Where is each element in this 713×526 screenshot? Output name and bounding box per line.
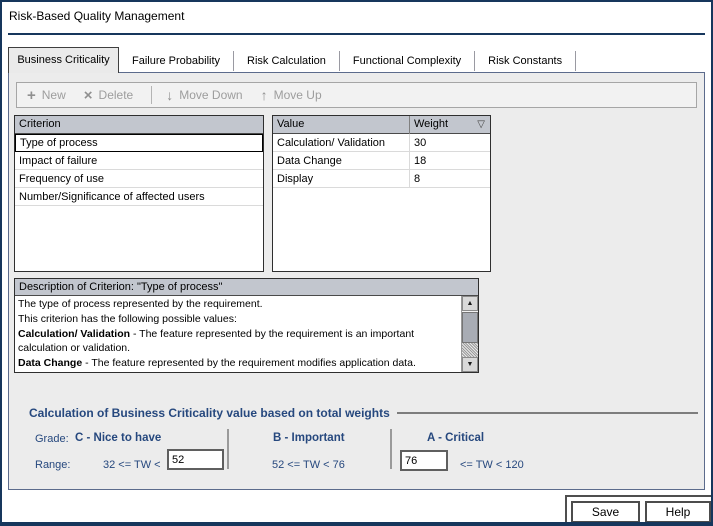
scrollbar-thumb[interactable] xyxy=(462,312,478,343)
weight-cell: 30 xyxy=(410,137,490,149)
tab-business-criticality[interactable]: Business Criticality xyxy=(8,47,119,73)
x-icon: × xyxy=(84,88,93,103)
up-arrow-icon: ↑ xyxy=(261,88,268,102)
description-text: The type of process represented by the r… xyxy=(15,296,461,372)
move-down-button-label: Move Down xyxy=(179,88,242,102)
grade-b-range: 52 <= TW < 76 xyxy=(272,459,345,471)
grade-c-name: C - Nice to have xyxy=(75,432,161,444)
calculation-section-rule xyxy=(397,412,698,414)
description-line: Data Change - The feature represented by… xyxy=(18,356,461,371)
table-row[interactable]: Number/Significance of affected users xyxy=(15,188,263,206)
criterion-cell: Impact of failure xyxy=(15,155,97,167)
scroll-up-icon: ▲ xyxy=(467,300,474,307)
new-button-label: New xyxy=(42,88,66,102)
grade-label: Grade: xyxy=(35,433,69,445)
criterion-cell: Type of process xyxy=(16,137,98,149)
grade-separator xyxy=(227,429,229,469)
description-line: The type of process represented by the r… xyxy=(18,297,461,312)
footer-button-bar: Save Help xyxy=(565,495,713,526)
grade-c-threshold-input[interactable] xyxy=(167,449,224,470)
tab-bar: Failure Probability Risk Calculation Fun… xyxy=(119,50,576,71)
tab-content-panel: + New × Delete ↓ Move Down ↑ Move Up Cri… xyxy=(8,72,705,490)
table-row[interactable]: Impact of failure xyxy=(15,152,263,170)
move-up-button[interactable]: ↑ Move Up xyxy=(261,88,322,102)
weight-cell: 8 xyxy=(410,173,490,185)
grade-b-name: B - Important xyxy=(273,432,345,444)
scrollbar-track[interactable] xyxy=(462,343,478,357)
weight-cell: 18 xyxy=(410,155,490,167)
description-line: calculation or validation. xyxy=(18,341,461,356)
description-line: Calculation/ Validation - The feature re… xyxy=(18,327,461,342)
grade-a-threshold-input[interactable] xyxy=(400,450,448,471)
weight-column-header[interactable]: Weight ▽ xyxy=(410,116,490,134)
down-arrow-icon: ↓ xyxy=(166,88,173,102)
calculation-section: Calculation of Business Criticality valu… xyxy=(29,405,698,420)
plus-icon: + xyxy=(27,88,36,103)
scroll-up-button[interactable]: ▲ xyxy=(462,296,478,311)
grade-a-name: A - Critical xyxy=(427,432,484,444)
grade-separator xyxy=(390,429,392,469)
criterion-table: Criterion Type of process Impact of fail… xyxy=(14,115,264,272)
grade-a-range-suffix: <= TW < 120 xyxy=(460,459,524,471)
title-separator xyxy=(8,33,705,35)
description-header: Description of Criterion: "Type of proce… xyxy=(15,279,478,296)
page-title: Risk-Based Quality Management xyxy=(9,9,184,23)
value-cell: Data Change xyxy=(273,152,410,169)
tab-risk-calculation[interactable]: Risk Calculation xyxy=(234,51,340,71)
table-row[interactable]: Type of process xyxy=(15,134,263,152)
sort-descending-icon: ▽ xyxy=(477,116,485,133)
new-button[interactable]: + New xyxy=(27,88,66,103)
calculation-section-title: Calculation of Business Criticality valu… xyxy=(29,406,390,420)
tab-failure-probability[interactable]: Failure Probability xyxy=(119,51,234,71)
move-up-button-label: Move Up xyxy=(274,88,322,102)
value-table: Value Weight ▽ Calculation/ Validation 3… xyxy=(272,115,491,272)
table-row[interactable]: Display 8 xyxy=(273,170,490,188)
description-line: This criterion has the following possibl… xyxy=(18,312,461,327)
grade-c-range-prefix: 32 <= TW < xyxy=(103,459,161,471)
help-button[interactable]: Help xyxy=(645,501,711,523)
criterion-column-header: Criterion xyxy=(15,116,61,134)
table-row[interactable]: Frequency of use xyxy=(15,170,263,188)
criterion-table-header: Criterion xyxy=(15,116,263,134)
toolbar: + New × Delete ↓ Move Down ↑ Move Up xyxy=(16,82,697,108)
weight-column-header-label: Weight xyxy=(414,116,448,133)
risk-based-quality-management-window: Risk-Based Quality Management Business C… xyxy=(0,0,713,526)
toolbar-separator xyxy=(151,86,152,104)
scroll-down-icon: ▼ xyxy=(467,361,474,368)
value-cell: Display xyxy=(273,170,410,187)
delete-button[interactable]: × Delete xyxy=(84,88,133,103)
criterion-cell: Number/Significance of affected users xyxy=(15,191,205,203)
delete-button-label: Delete xyxy=(99,88,134,102)
tab-functional-complexity[interactable]: Functional Complexity xyxy=(340,51,475,71)
description-scrollbar[interactable]: ▲ ▼ xyxy=(461,296,478,372)
value-table-header: Value Weight ▽ xyxy=(273,116,490,134)
move-down-button[interactable]: ↓ Move Down xyxy=(166,88,242,102)
scroll-down-button[interactable]: ▼ xyxy=(462,357,478,372)
save-button[interactable]: Save xyxy=(571,501,640,523)
value-column-header: Value xyxy=(273,116,410,134)
table-row[interactable]: Data Change 18 xyxy=(273,152,490,170)
description-box: Description of Criterion: "Type of proce… xyxy=(14,278,479,373)
range-label: Range: xyxy=(35,459,70,471)
criterion-cell: Frequency of use xyxy=(15,173,104,185)
description-body: The type of process represented by the r… xyxy=(15,296,478,372)
tab-risk-constants[interactable]: Risk Constants xyxy=(475,51,576,71)
table-row[interactable]: Calculation/ Validation 30 xyxy=(273,134,490,152)
value-cell: Calculation/ Validation xyxy=(273,134,410,151)
